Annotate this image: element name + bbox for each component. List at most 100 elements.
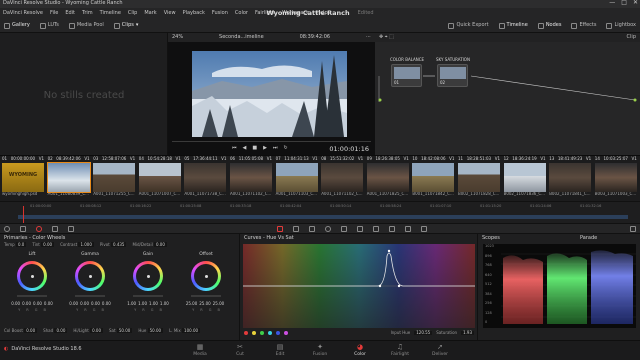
param-sat[interactable]: Sat 50.00: [109, 328, 133, 334]
rgb-mixer-icon[interactable]: [52, 225, 58, 232]
clip-thumbnail[interactable]: 02 08:39:42:06 V1 A001_11080839_C...: [46, 156, 91, 202]
wheel-value[interactable]: 0.00: [33, 301, 42, 307]
blur-icon[interactable]: [373, 225, 379, 232]
lightbox-toggle[interactable]: Lightbox: [606, 22, 636, 29]
wheel-value[interactable]: 1.00: [127, 301, 136, 307]
page-color-button[interactable]: ◕ Color: [340, 343, 380, 357]
param-l-mix[interactable]: L. Mix 100.00: [169, 328, 201, 334]
scopes-toggle-icon[interactable]: [630, 225, 636, 232]
clip-thumbnail[interactable]: 10 18:42:08:06 V1 B001_11071842_C...: [411, 156, 455, 202]
color-wheel-lift[interactable]: Lift 0.00 0.00 0.00 0.00 Y R G B: [4, 252, 60, 322]
menu-playback[interactable]: Playback: [183, 10, 205, 17]
wheel-value[interactable]: 0.00: [22, 301, 31, 307]
menu-color[interactable]: Color: [235, 10, 248, 17]
swatch-cyan[interactable]: [268, 331, 272, 335]
wheel-value[interactable]: 0.00: [91, 301, 100, 307]
color-wheels-icon[interactable]: [36, 225, 42, 232]
clip-thumbnail[interactable]: 04 10:54:28:18 V1 A001_11071007_C...: [138, 156, 182, 202]
key-icon[interactable]: [389, 225, 395, 232]
wheel-master-slider[interactable]: [191, 295, 221, 297]
qualifier-icon[interactable]: [309, 225, 315, 232]
color-wheel-gamma[interactable]: Gamma 0.00 0.00 0.00 0.00 Y R G B: [62, 252, 118, 322]
wheel-value[interactable]: 0.00: [69, 301, 78, 307]
play-icon[interactable]: ▶: [263, 145, 267, 152]
jump-start-icon[interactable]: ⏮: [232, 145, 237, 152]
wheel-value[interactable]: 0.00: [80, 301, 89, 307]
menu-davinci-resolve[interactable]: DaVinci Resolve: [3, 10, 43, 17]
input-hue-field[interactable]: 120.55: [414, 330, 433, 336]
swatch-yellow[interactable]: [252, 331, 256, 335]
quick-export-button[interactable]: Quick Export: [448, 22, 489, 29]
wheel-value[interactable]: 0.00: [102, 301, 111, 307]
wheel-value[interactable]: 25.00: [186, 301, 197, 307]
jump-end-icon[interactable]: ⏭: [273, 145, 278, 152]
menu-mark[interactable]: Mark: [144, 10, 156, 17]
clip-thumbnail[interactable]: 12 18:36:24:19 V1 B002_11071836_C...: [503, 156, 547, 202]
timeline-toggle[interactable]: Timeline: [498, 22, 528, 29]
magic-mask-icon[interactable]: [357, 225, 363, 232]
clip-thumbnail[interactable]: 01 00:00:00:00 V1 WYOMING wyominghigh.psd: [1, 156, 45, 202]
effects-toggle[interactable]: Effects: [571, 22, 596, 29]
swatch-blue[interactable]: [276, 331, 280, 335]
menu-clip[interactable]: Clip: [128, 10, 137, 17]
mini-timeline[interactable]: 01:00:00:00 01:00:08:12 01:00:16:22 01:00:2…: [0, 201, 640, 223]
clip-thumbnail[interactable]: 03 12:58:07:06 V1 A001_11071255_C...: [92, 156, 136, 202]
clip-dropdown[interactable]: Clip: [627, 34, 636, 41]
minimize-button[interactable]: —: [609, 0, 615, 7]
menu-edit[interactable]: Edit: [65, 10, 75, 17]
param-temp[interactable]: Temp 0.0: [4, 242, 27, 248]
param-hi-light[interactable]: Hi/Light 0.00: [73, 328, 104, 334]
wheel-value[interactable]: 1.00: [149, 301, 158, 307]
swatch-red[interactable]: [244, 331, 248, 335]
wheel-master-slider[interactable]: [75, 295, 105, 297]
color-wheel-gain[interactable]: Gain 1.00 1.00 1.00 1.00 Y R G B: [120, 252, 176, 322]
wheel-puck[interactable]: [205, 275, 208, 278]
menu-file[interactable]: File: [50, 10, 58, 17]
param-mid-detail[interactable]: Mid/Detail 0.00: [132, 242, 167, 248]
loop-icon[interactable]: ↻: [283, 145, 287, 152]
wheel-value[interactable]: 0.00: [11, 301, 20, 307]
color-match-icon[interactable]: [20, 225, 26, 232]
timeline-track-v1[interactable]: [18, 215, 628, 219]
param-contrast[interactable]: Contrast 1.000: [60, 242, 94, 248]
sizing-icon[interactable]: [405, 225, 411, 232]
camera-raw-icon[interactable]: [4, 225, 10, 232]
clip-thumbnail[interactable]: 11 18:28:51:03 V1 B002_11071828_C...: [457, 156, 501, 202]
stop-icon[interactable]: ■: [252, 145, 257, 152]
node-color-balance[interactable]: COLOR BALANCE 01: [390, 57, 424, 87]
page-fairlight-button[interactable]: ♫ Fairlight: [380, 343, 420, 357]
param-col-boost[interactable]: Col Boost 0.00: [4, 328, 38, 334]
curves-icon[interactable]: [277, 225, 283, 232]
wheel-master-slider[interactable]: [17, 295, 47, 297]
menu-timeline[interactable]: Timeline: [100, 10, 121, 17]
motion-effects-icon[interactable]: [68, 225, 74, 232]
maximize-button[interactable]: □: [621, 0, 627, 7]
wheel-value[interactable]: 0.00: [44, 301, 53, 307]
play-reverse-icon[interactable]: ◀: [243, 145, 247, 152]
clip-thumbnail[interactable]: 09 18:26:38:05 V1 A001_11071825_C...: [366, 156, 410, 202]
viewer-scrub-bar[interactable]: [172, 141, 371, 142]
color-wheel-offset[interactable]: Offset 25.00 25.00 25.00 Y R G B: [178, 252, 234, 322]
swatch-green[interactable]: [260, 331, 264, 335]
color-warper-icon[interactable]: [293, 225, 299, 232]
param-shad[interactable]: Shad 0.00: [43, 328, 68, 334]
node-tools[interactable]: ✥ ⌖ ⬚: [379, 34, 394, 41]
wheel-puck[interactable]: [31, 275, 34, 278]
clip-thumbnail[interactable]: 14 10:03:25:07 V1 B003_11071003_C...: [594, 156, 638, 202]
wheel-value[interactable]: 25.00: [213, 301, 224, 307]
page-deliver-button[interactable]: ➚ Deliver: [420, 343, 460, 357]
wheel-value[interactable]: 25.00: [199, 301, 210, 307]
clip-thumbnail[interactable]: 07 11:04:31:13 V1 A001_11071103_C...: [275, 156, 319, 202]
close-button[interactable]: ✕: [633, 0, 638, 7]
wheel-puck[interactable]: [89, 275, 92, 278]
saturation-field[interactable]: 1.93: [461, 330, 474, 336]
node-sky-saturation[interactable]: SKY SATURATION 02: [436, 57, 470, 87]
param-pivot[interactable]: Pivot 0.435: [100, 242, 127, 248]
tracker-icon[interactable]: [341, 225, 347, 232]
scope-mode-dropdown[interactable]: Parade: [580, 235, 597, 242]
hue-vs-sat-graph[interactable]: [243, 244, 475, 328]
page-cut-button[interactable]: ✂ Cut: [220, 343, 260, 357]
swatch-magenta[interactable]: [284, 331, 288, 335]
menu-trim[interactable]: Trim: [82, 10, 93, 17]
zoom-dropdown[interactable]: 24%: [172, 34, 183, 41]
